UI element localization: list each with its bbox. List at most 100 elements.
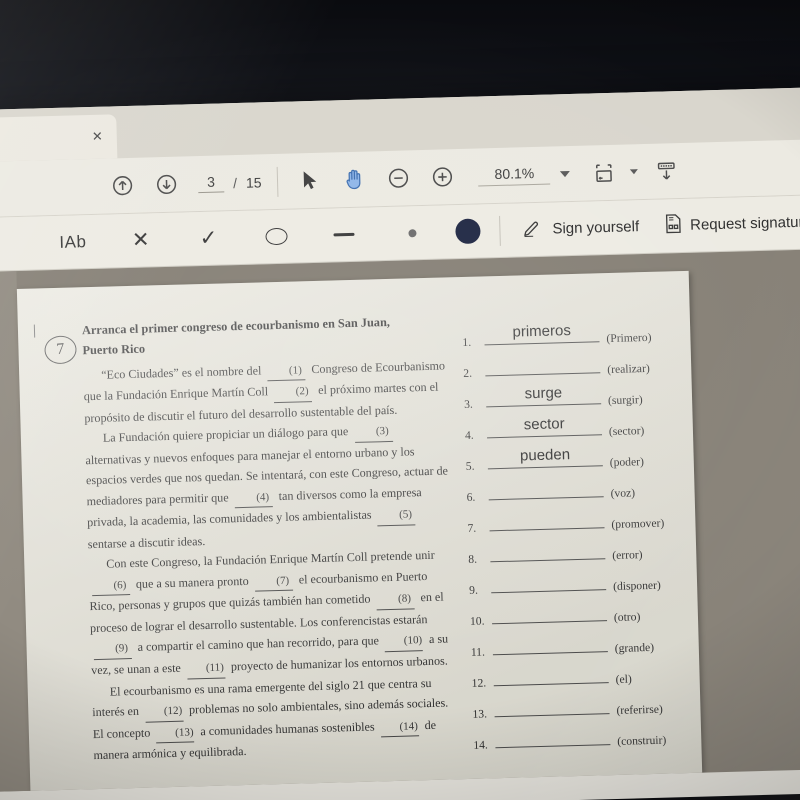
check-mark-label: ✓ bbox=[199, 226, 218, 251]
arrow-down-circle-icon[interactable] bbox=[143, 162, 188, 207]
question-number: 7 bbox=[55, 340, 66, 359]
answer-blank-line[interactable] bbox=[485, 371, 601, 377]
color-swatch-icon[interactable] bbox=[446, 209, 490, 254]
answer-number: 10. bbox=[469, 614, 485, 628]
add-text-icon[interactable]: IAb bbox=[51, 219, 95, 264]
answer-hint: (construir) bbox=[617, 733, 667, 748]
answer-number: 6. bbox=[466, 490, 476, 504]
answer-blank-line[interactable] bbox=[494, 712, 610, 718]
answer-filled-text[interactable]: pueden bbox=[487, 445, 602, 465]
check-mark-icon[interactable]: ✓ bbox=[187, 216, 231, 261]
answer-row[interactable]: 14. (construir) bbox=[473, 716, 684, 753]
browser-tab-title: 1... bbox=[0, 130, 88, 148]
inline-blank[interactable]: (10) bbox=[384, 631, 424, 653]
minus-circle-icon[interactable] bbox=[376, 156, 421, 201]
toolbar-divider bbox=[499, 215, 501, 246]
chevron-down-icon[interactable] bbox=[630, 169, 639, 175]
sign-yourself-label: Sign yourself bbox=[552, 218, 640, 238]
hand-icon[interactable] bbox=[332, 157, 377, 202]
answer-blank-line[interactable]: primeros bbox=[484, 322, 600, 346]
pdf-page: 7 Arranca el primer congreso de ecourban… bbox=[16, 270, 703, 792]
fit-page-icon[interactable] bbox=[582, 150, 627, 195]
sign-yourself-button[interactable]: Sign yourself bbox=[510, 214, 651, 242]
answer-filled-text[interactable]: sector bbox=[486, 414, 601, 434]
toolbar-divider bbox=[277, 166, 279, 197]
inline-blank[interactable]: (9) bbox=[93, 639, 132, 661]
inline-blank[interactable]: (4) bbox=[234, 488, 273, 509]
answer-blank-line[interactable]: pueden bbox=[487, 446, 603, 470]
browser-tab[interactable]: 1... ✕ bbox=[0, 114, 118, 163]
oval-icon[interactable] bbox=[254, 214, 298, 259]
answer-number: 11. bbox=[470, 645, 486, 659]
answer-number: 5. bbox=[465, 459, 475, 473]
paragraph-p3: Con este Congreso, la Fundación Enrique … bbox=[89, 548, 449, 680]
dot-icon[interactable] bbox=[390, 210, 434, 255]
answer-blank-line[interactable]: sector bbox=[487, 415, 603, 439]
inline-blank[interactable]: (2) bbox=[273, 382, 313, 404]
inline-blank[interactable]: (8) bbox=[376, 589, 415, 611]
answer-number: 2. bbox=[463, 366, 473, 380]
pdf-viewer[interactable]: 7 Arranca el primer congreso de ecourban… bbox=[0, 248, 800, 792]
signature-pen-icon bbox=[522, 217, 546, 242]
paragraph-p2: La Fundación quiere propiciar un diálogo… bbox=[85, 419, 454, 555]
page-separator: / bbox=[232, 174, 238, 191]
total-pages: 15 bbox=[245, 173, 262, 191]
current-page-input[interactable]: 3 bbox=[197, 173, 225, 194]
plus-circle-icon[interactable] bbox=[420, 154, 465, 199]
cross-mark-icon[interactable]: ✕ bbox=[119, 218, 163, 263]
pen-tick-mark bbox=[33, 324, 36, 338]
answer-blank-line[interactable] bbox=[495, 743, 611, 749]
page-navigation: 3 / 15 bbox=[197, 172, 262, 194]
inline-blank[interactable]: (12) bbox=[144, 701, 184, 723]
answer-filled-text[interactable]: primeros bbox=[484, 321, 599, 341]
inline-blank[interactable]: (7) bbox=[254, 571, 294, 593]
laptop-screen: 1... ✕ 3 / 15 bbox=[0, 87, 800, 800]
answer-filled-text[interactable]: surge bbox=[486, 383, 601, 403]
answer-blank-line[interactable] bbox=[488, 495, 604, 501]
answer-number: 1. bbox=[462, 335, 472, 349]
answer-number: 8. bbox=[468, 552, 478, 566]
request-signature-icon bbox=[663, 213, 684, 239]
arrow-up-circle-icon[interactable] bbox=[100, 163, 145, 208]
answer-blank-line[interactable] bbox=[491, 588, 607, 594]
answer-blank-line[interactable] bbox=[492, 619, 608, 625]
paragraph-p1: “Eco Ciudades” es el nombre del (1) Cong… bbox=[83, 358, 446, 426]
add-text-label: IAb bbox=[59, 231, 87, 252]
answer-blank-line[interactable] bbox=[489, 526, 605, 532]
answer-column: 1. primeros (Primero) 2. (realizar) 3. surge (s… bbox=[462, 305, 685, 791]
answer-number: 12. bbox=[471, 676, 487, 690]
inline-blank[interactable]: (11) bbox=[186, 658, 226, 680]
question-number-circle: 7 bbox=[43, 334, 78, 366]
close-icon[interactable]: ✕ bbox=[88, 129, 107, 146]
scroll-mode-icon[interactable] bbox=[644, 148, 689, 193]
inline-blank[interactable]: (1) bbox=[267, 361, 306, 382]
headline-line2: Puerto Rico bbox=[82, 341, 146, 358]
answer-blank-line[interactable] bbox=[490, 557, 606, 563]
photo-of-screen: 1... ✕ 3 / 15 bbox=[0, 0, 800, 800]
answer-number: 14. bbox=[473, 738, 489, 752]
inline-blank[interactable]: (6) bbox=[91, 575, 131, 597]
document-headline: Arranca el primer congreso de ecourbanis… bbox=[82, 311, 449, 361]
answer-blank-line[interactable]: surge bbox=[486, 384, 602, 408]
answer-blank-line[interactable] bbox=[492, 650, 608, 656]
inline-blank[interactable]: (3) bbox=[354, 422, 393, 443]
zoom-level-value[interactable]: 80.1% bbox=[478, 164, 551, 186]
request-signatures-label: Request signatures bbox=[689, 213, 800, 234]
answer-number: 4. bbox=[464, 428, 474, 442]
passage-column: 7 Arranca el primer congreso de ecourban… bbox=[33, 311, 461, 791]
inline-blank[interactable]: (14) bbox=[380, 716, 419, 738]
cursor-arrow-icon[interactable] bbox=[288, 158, 333, 203]
line-icon[interactable] bbox=[322, 212, 366, 257]
inline-blank[interactable]: (5) bbox=[377, 505, 416, 527]
inline-blank[interactable]: (13) bbox=[156, 723, 195, 744]
request-signatures-button[interactable]: Request signatures bbox=[651, 209, 800, 239]
cross-mark-label: ✕ bbox=[131, 228, 150, 252]
answer-blank-line[interactable] bbox=[493, 681, 609, 687]
paragraph-p4: El ecourbanismo es una rama emergente de… bbox=[92, 675, 449, 763]
chevron-down-icon[interactable] bbox=[560, 170, 571, 177]
